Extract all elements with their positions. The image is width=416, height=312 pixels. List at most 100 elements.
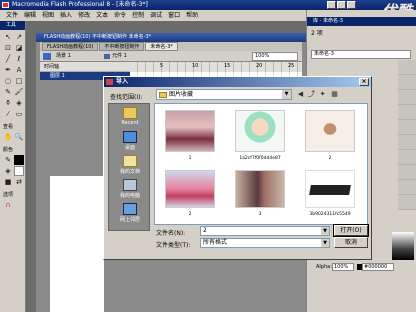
place-network[interactable]: 网上邻居	[109, 202, 151, 226]
options-label: 选项	[3, 192, 14, 198]
file-name[interactable]: 2	[300, 156, 360, 161]
file-name[interactable]: 2	[160, 212, 220, 217]
library-select[interactable]: 未命名-3	[311, 50, 411, 59]
menu-commands[interactable]: 命令	[114, 10, 126, 21]
menu-insert[interactable]: 插入	[60, 10, 72, 21]
dialog-title-bar: 导入 ×	[104, 77, 371, 87]
tab-flash-tutorial[interactable]: FLASH动画教程(10)	[42, 42, 99, 51]
close-window-button[interactable]	[347, 1, 356, 9]
library-list[interactable]	[398, 60, 416, 210]
minimize-button[interactable]	[327, 1, 336, 9]
scene-breadcrumb[interactable]: 场景 1	[56, 52, 71, 61]
place-label: 我的电脑	[119, 193, 140, 199]
text-tool-icon[interactable]: A	[14, 65, 24, 75]
brush-tool-icon[interactable]: 🖌	[14, 87, 24, 97]
library-panel-header[interactable]: 库 - 未命名-3	[307, 17, 416, 26]
view-menu-icon[interactable]: ▦	[330, 90, 339, 99]
folder-icon	[159, 92, 167, 98]
timeline-label[interactable]: 时间轴	[44, 63, 59, 70]
hex-color-input[interactable]: #000000	[357, 263, 394, 271]
back-nav-icon[interactable]: ◀	[296, 90, 305, 99]
paint-bucket-tool-icon[interactable]: ◈	[14, 98, 24, 108]
file-thumbnail[interactable]	[235, 110, 285, 152]
place-desktop[interactable]: 桌面	[109, 130, 151, 154]
place-my-documents[interactable]: 我的文档	[109, 154, 151, 178]
file-type-select[interactable]: 所有格式 ▼	[200, 238, 330, 248]
dialog-close-button[interactable]: ×	[359, 78, 369, 86]
chevron-down-icon[interactable]: ▼	[282, 90, 291, 99]
app-title-bar: Macromedia Flash Professional 8 - [未命名-3…	[0, 0, 416, 10]
chevron-down-icon[interactable]: ▼	[321, 239, 329, 247]
file-thumbnail[interactable]	[235, 170, 285, 208]
pen-tool-icon[interactable]: ✒	[3, 65, 13, 75]
symbol-breadcrumb[interactable]: 元件 1	[104, 52, 127, 61]
rectangle-tool-icon[interactable]: □	[14, 76, 24, 86]
color-gradient-swatch[interactable]	[392, 232, 414, 260]
document-title-bar: FLASH动画教程(10) 不中断按钮制作 未命名-3*	[36, 33, 306, 42]
file-name[interactable]: 3b9024311fc5549	[300, 212, 360, 217]
fill-color-icon[interactable]: ◈	[3, 166, 13, 176]
file-thumbnail[interactable]	[165, 170, 215, 208]
file-name[interactable]: 3	[230, 212, 290, 217]
file-thumbnail[interactable]	[165, 110, 215, 152]
place-my-computer[interactable]: 我的电脑	[109, 178, 151, 202]
menu-help[interactable]: 帮助	[186, 10, 198, 21]
menu-modify[interactable]: 修改	[78, 10, 90, 21]
desktop-icon	[123, 131, 137, 143]
zoom-select[interactable]: 100%	[252, 52, 298, 61]
timeline-header: 时间轴 5 10 15 20 25	[40, 62, 302, 72]
new-folder-icon[interactable]: ✦	[318, 90, 327, 99]
eraser-tool-icon[interactable]: ▭	[14, 109, 24, 119]
menu-file[interactable]: 文件	[6, 10, 18, 21]
open-button[interactable]: 打开(O)	[333, 224, 369, 237]
file-thumbnail[interactable]	[305, 110, 355, 152]
place-label: Recent	[121, 120, 139, 126]
file-name[interactable]: 1a2cf7f0f0dd4e87	[230, 156, 290, 161]
stage[interactable]	[50, 176, 104, 312]
stroke-swatch[interactable]	[14, 155, 24, 165]
file-type-value: 所有格式	[203, 239, 228, 246]
fill-swatch[interactable]	[14, 166, 24, 176]
pencil-tool-icon[interactable]: ✎	[3, 87, 13, 97]
menu-text[interactable]: 文本	[96, 10, 108, 21]
oval-tool-icon[interactable]: ○	[3, 76, 13, 86]
look-in-value: 图片收藏	[169, 91, 194, 98]
line-tool-icon[interactable]: ╱	[3, 54, 13, 64]
zoom-tool-icon[interactable]: 🔍	[14, 132, 24, 142]
hand-tool-icon[interactable]: ✋	[3, 132, 13, 142]
cancel-button[interactable]: 取消	[334, 237, 368, 248]
file-thumbnail[interactable]	[305, 170, 355, 208]
default-colors-icon[interactable]: ■	[3, 177, 13, 187]
file-name[interactable]: 1	[160, 156, 220, 161]
tools-grid: ↖ ↗ ⊡ ◪ ╱ ℓ ✒ A ○ □ ✎ 🖌 ⚱ ◈ ⁄ ▭	[0, 30, 25, 121]
snap-magnet-icon[interactable]: ∩	[3, 200, 13, 210]
eyedropper-tool-icon[interactable]: ⁄	[3, 109, 13, 119]
arrow-tool-icon[interactable]: ↖	[3, 32, 13, 42]
look-in-select[interactable]: 图片收藏 ▼	[156, 89, 292, 100]
free-transform-tool-icon[interactable]: ⊡	[3, 43, 13, 53]
file-name-input[interactable]: 2 ▼	[200, 226, 330, 236]
menu-debug[interactable]: 调试	[150, 10, 162, 21]
file-name-label: 文件名(N):	[156, 230, 186, 237]
gradient-tool-icon[interactable]: ◪	[14, 43, 24, 53]
tools-panel-header[interactable]: 工具	[0, 21, 25, 30]
frame-ruler[interactable]: 5 10 15 20 25	[130, 62, 302, 72]
tab-button-tutorial[interactable]: 不中断按钮制作	[99, 42, 145, 51]
keyboard-image	[309, 185, 351, 195]
back-arrow-icon[interactable]	[43, 53, 51, 60]
menu-view[interactable]: 视图	[42, 10, 54, 21]
menu-window[interactable]: 窗口	[168, 10, 180, 21]
alpha-input[interactable]: 100%	[332, 263, 354, 271]
chevron-down-icon[interactable]: ▼	[321, 227, 329, 235]
lasso-tool-icon[interactable]: ℓ	[14, 54, 24, 64]
subselect-tool-icon[interactable]: ↗	[14, 32, 24, 42]
up-folder-icon[interactable]: ⤴	[307, 90, 316, 99]
place-recent[interactable]: Recent	[109, 106, 151, 130]
maximize-button[interactable]	[337, 1, 346, 9]
menu-edit[interactable]: 编辑	[24, 10, 36, 21]
tab-untitled-3[interactable]: 未命名-3*	[145, 42, 178, 51]
ink-bottle-tool-icon[interactable]: ⚱	[3, 98, 13, 108]
menu-control[interactable]: 控制	[132, 10, 144, 21]
stroke-color-icon[interactable]: ✎	[3, 155, 13, 165]
swap-colors-icon[interactable]: ⇄	[14, 177, 24, 187]
